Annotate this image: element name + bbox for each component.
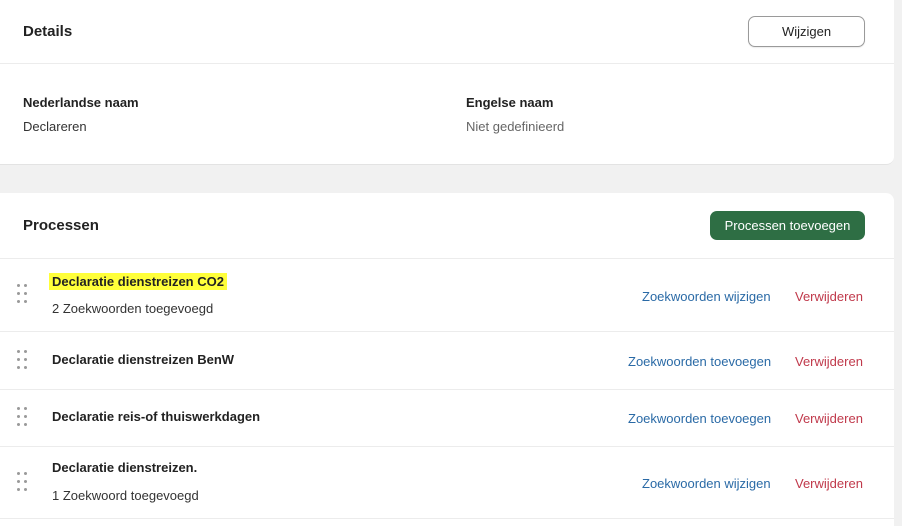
drag-handle-icon[interactable] [17,284,29,306]
process-title: Declaratie dienstreizen BenW [52,352,235,367]
dutch-name-field: Nederlandse naam Declareren [23,95,139,134]
process-title: Declaratie dienstreizen CO2 [49,273,227,290]
process-row: Declaratie reis-of thuiswerkdagen Zoekwo… [0,390,894,447]
dutch-name-label: Nederlandse naam [23,95,139,110]
process-row: Declaratie dienstreizen BenW Zoekwoorden… [0,332,894,390]
add-keywords-link[interactable]: Zoekwoorden toevoegen [628,411,771,426]
delete-link[interactable]: Verwijderen [795,354,863,369]
drag-handle-icon[interactable] [17,350,29,372]
process-title: Declaratie dienstreizen. [52,460,198,475]
dutch-name-value: Declareren [23,119,87,134]
process-keyword-count: 2 Zoekwoorden toegevoegd [52,301,214,316]
edit-keywords-link[interactable]: Zoekwoorden wijzigen [642,476,771,491]
english-name-label: Engelse naam [466,95,554,110]
edit-keywords-link[interactable]: Zoekwoorden wijzigen [642,289,771,304]
details-card: Details Wijzigen Nederlandse naam Declar… [0,0,894,165]
add-processes-button[interactable]: Processen toevoegen [710,211,865,240]
delete-link[interactable]: Verwijderen [795,411,863,426]
edit-button[interactable]: Wijzigen [748,16,865,47]
process-row: Declaratie dienstreizen CO2 2 Zoekwoorde… [0,259,894,332]
add-keywords-link[interactable]: Zoekwoorden toevoegen [628,354,771,369]
processes-card: Processen Processen toevoegen Declaratie… [0,193,894,526]
english-name-field: Engelse naam Niet gedefinieerd [466,95,564,134]
processes-title: Processen [23,217,99,234]
details-header: Details Wijzigen [0,0,894,64]
delete-link[interactable]: Verwijderen [795,476,863,491]
details-title: Details [23,23,73,40]
processes-header: Processen Processen toevoegen [0,193,894,259]
process-row: Declaratie dienstreizen. 1 Zoekwoord toe… [0,447,894,519]
english-name-value: Niet gedefinieerd [466,119,565,134]
drag-handle-icon[interactable] [17,407,29,429]
process-title: Declaratie reis-of thuiswerkdagen [52,409,261,424]
delete-link[interactable]: Verwijderen [795,289,863,304]
drag-handle-icon[interactable] [17,472,29,494]
process-keyword-count: 1 Zoekwoord toegevoegd [52,488,199,503]
